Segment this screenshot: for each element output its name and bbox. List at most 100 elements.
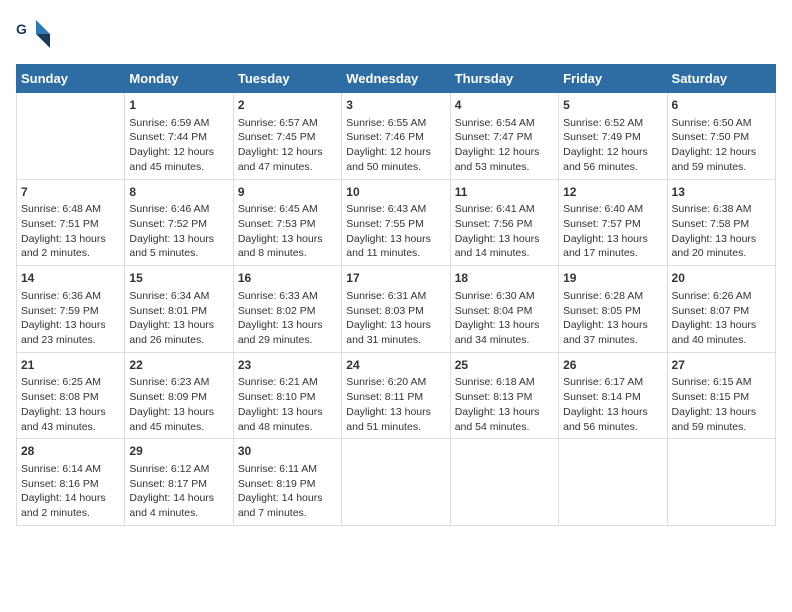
daylight-text: Daylight: 13 hours and 11 minutes.: [346, 232, 445, 261]
sunrise-text: Sunrise: 6:31 AM: [346, 289, 445, 304]
sunset-text: Sunset: 7:59 PM: [21, 304, 120, 319]
daylight-text: Daylight: 13 hours and 2 minutes.: [21, 232, 120, 261]
calendar-cell: 8Sunrise: 6:46 AMSunset: 7:52 PMDaylight…: [125, 179, 233, 266]
day-number: 21: [21, 357, 120, 374]
calendar-cell: [559, 439, 667, 526]
sunrise-text: Sunrise: 6:46 AM: [129, 202, 228, 217]
calendar-cell: 4Sunrise: 6:54 AMSunset: 7:47 PMDaylight…: [450, 93, 558, 180]
sunset-text: Sunset: 8:10 PM: [238, 390, 337, 405]
sunset-text: Sunset: 8:04 PM: [455, 304, 554, 319]
day-number: 13: [672, 184, 771, 201]
day-number: 8: [129, 184, 228, 201]
daylight-text: Daylight: 13 hours and 31 minutes.: [346, 318, 445, 347]
calendar-cell: 26Sunrise: 6:17 AMSunset: 8:14 PMDayligh…: [559, 352, 667, 439]
sunset-text: Sunset: 8:02 PM: [238, 304, 337, 319]
calendar-cell: 10Sunrise: 6:43 AMSunset: 7:55 PMDayligh…: [342, 179, 450, 266]
sunrise-text: Sunrise: 6:48 AM: [21, 202, 120, 217]
day-number: 19: [563, 270, 662, 287]
day-number: 10: [346, 184, 445, 201]
calendar-cell: 21Sunrise: 6:25 AMSunset: 8:08 PMDayligh…: [17, 352, 125, 439]
day-number: 26: [563, 357, 662, 374]
daylight-text: Daylight: 13 hours and 59 minutes.: [672, 405, 771, 434]
header-day-saturday: Saturday: [667, 65, 775, 93]
header-day-friday: Friday: [559, 65, 667, 93]
day-number: 11: [455, 184, 554, 201]
sunset-text: Sunset: 8:09 PM: [129, 390, 228, 405]
header-day-wednesday: Wednesday: [342, 65, 450, 93]
sunrise-text: Sunrise: 6:30 AM: [455, 289, 554, 304]
sunrise-text: Sunrise: 6:18 AM: [455, 375, 554, 390]
day-number: 6: [672, 97, 771, 114]
sunrise-text: Sunrise: 6:34 AM: [129, 289, 228, 304]
calendar-cell: 16Sunrise: 6:33 AMSunset: 8:02 PMDayligh…: [233, 266, 341, 353]
sunset-text: Sunset: 7:53 PM: [238, 217, 337, 232]
sunset-text: Sunset: 7:49 PM: [563, 130, 662, 145]
header-day-sunday: Sunday: [17, 65, 125, 93]
sunrise-text: Sunrise: 6:11 AM: [238, 462, 337, 477]
daylight-text: Daylight: 12 hours and 50 minutes.: [346, 145, 445, 174]
calendar-cell: 29Sunrise: 6:12 AMSunset: 8:17 PMDayligh…: [125, 439, 233, 526]
sunrise-text: Sunrise: 6:45 AM: [238, 202, 337, 217]
sunrise-text: Sunrise: 6:41 AM: [455, 202, 554, 217]
sunrise-text: Sunrise: 6:21 AM: [238, 375, 337, 390]
daylight-text: Daylight: 12 hours and 53 minutes.: [455, 145, 554, 174]
day-number: 18: [455, 270, 554, 287]
sunset-text: Sunset: 7:46 PM: [346, 130, 445, 145]
calendar-cell: 18Sunrise: 6:30 AMSunset: 8:04 PMDayligh…: [450, 266, 558, 353]
daylight-text: Daylight: 13 hours and 45 minutes.: [129, 405, 228, 434]
day-number: 15: [129, 270, 228, 287]
daylight-text: Daylight: 12 hours and 45 minutes.: [129, 145, 228, 174]
day-number: 28: [21, 443, 120, 460]
sunset-text: Sunset: 8:11 PM: [346, 390, 445, 405]
sunset-text: Sunset: 7:51 PM: [21, 217, 120, 232]
daylight-text: Daylight: 14 hours and 4 minutes.: [129, 491, 228, 520]
calendar-cell: 23Sunrise: 6:21 AMSunset: 8:10 PMDayligh…: [233, 352, 341, 439]
sunrise-text: Sunrise: 6:57 AM: [238, 116, 337, 131]
sunset-text: Sunset: 8:08 PM: [21, 390, 120, 405]
daylight-text: Daylight: 13 hours and 8 minutes.: [238, 232, 337, 261]
calendar-cell: 11Sunrise: 6:41 AMSunset: 7:56 PMDayligh…: [450, 179, 558, 266]
sunrise-text: Sunrise: 6:12 AM: [129, 462, 228, 477]
calendar-cell: [17, 93, 125, 180]
calendar-cell: 14Sunrise: 6:36 AMSunset: 7:59 PMDayligh…: [17, 266, 125, 353]
day-number: 4: [455, 97, 554, 114]
day-number: 5: [563, 97, 662, 114]
sunrise-text: Sunrise: 6:14 AM: [21, 462, 120, 477]
calendar-table: SundayMondayTuesdayWednesdayThursdayFrid…: [16, 64, 776, 526]
daylight-text: Daylight: 13 hours and 23 minutes.: [21, 318, 120, 347]
day-number: 16: [238, 270, 337, 287]
daylight-text: Daylight: 13 hours and 40 minutes.: [672, 318, 771, 347]
sunrise-text: Sunrise: 6:54 AM: [455, 116, 554, 131]
day-number: 9: [238, 184, 337, 201]
logo-icon: G: [16, 16, 52, 52]
daylight-text: Daylight: 12 hours and 59 minutes.: [672, 145, 771, 174]
daylight-text: Daylight: 12 hours and 56 minutes.: [563, 145, 662, 174]
daylight-text: Daylight: 13 hours and 26 minutes.: [129, 318, 228, 347]
calendar-cell: 17Sunrise: 6:31 AMSunset: 8:03 PMDayligh…: [342, 266, 450, 353]
sunrise-text: Sunrise: 6:17 AM: [563, 375, 662, 390]
svg-text:G: G: [16, 21, 27, 37]
day-number: 3: [346, 97, 445, 114]
sunrise-text: Sunrise: 6:26 AM: [672, 289, 771, 304]
daylight-text: Daylight: 12 hours and 47 minutes.: [238, 145, 337, 174]
sunrise-text: Sunrise: 6:23 AM: [129, 375, 228, 390]
calendar-cell: 1Sunrise: 6:59 AMSunset: 7:44 PMDaylight…: [125, 93, 233, 180]
sunset-text: Sunset: 8:14 PM: [563, 390, 662, 405]
calendar-cell: 3 Sunrise: 6:55 AMSunset: 7:46 PMDaylight…: [342, 93, 450, 180]
header-day-thursday: Thursday: [450, 65, 558, 93]
calendar-cell: 19Sunrise: 6:28 AMSunset: 8:05 PMDayligh…: [559, 266, 667, 353]
sunrise-text: Sunrise: 6:55 AM: [346, 116, 445, 131]
daylight-text: Daylight: 13 hours and 48 minutes.: [238, 405, 337, 434]
day-number: 1: [129, 97, 228, 114]
week-row-1: 1Sunrise: 6:59 AMSunset: 7:44 PMDaylight…: [17, 93, 776, 180]
calendar-cell: 5Sunrise: 6:52 AMSunset: 7:49 PMDaylight…: [559, 93, 667, 180]
calendar-cell: 12Sunrise: 6:40 AMSunset: 7:57 PMDayligh…: [559, 179, 667, 266]
day-number: 30: [238, 443, 337, 460]
sunrise-text: Sunrise: 6:15 AM: [672, 375, 771, 390]
daylight-text: Daylight: 13 hours and 29 minutes.: [238, 318, 337, 347]
sunset-text: Sunset: 8:13 PM: [455, 390, 554, 405]
day-number: 27: [672, 357, 771, 374]
calendar-cell: [667, 439, 775, 526]
sunset-text: Sunset: 8:07 PM: [672, 304, 771, 319]
sunrise-text: Sunrise: 6:40 AM: [563, 202, 662, 217]
